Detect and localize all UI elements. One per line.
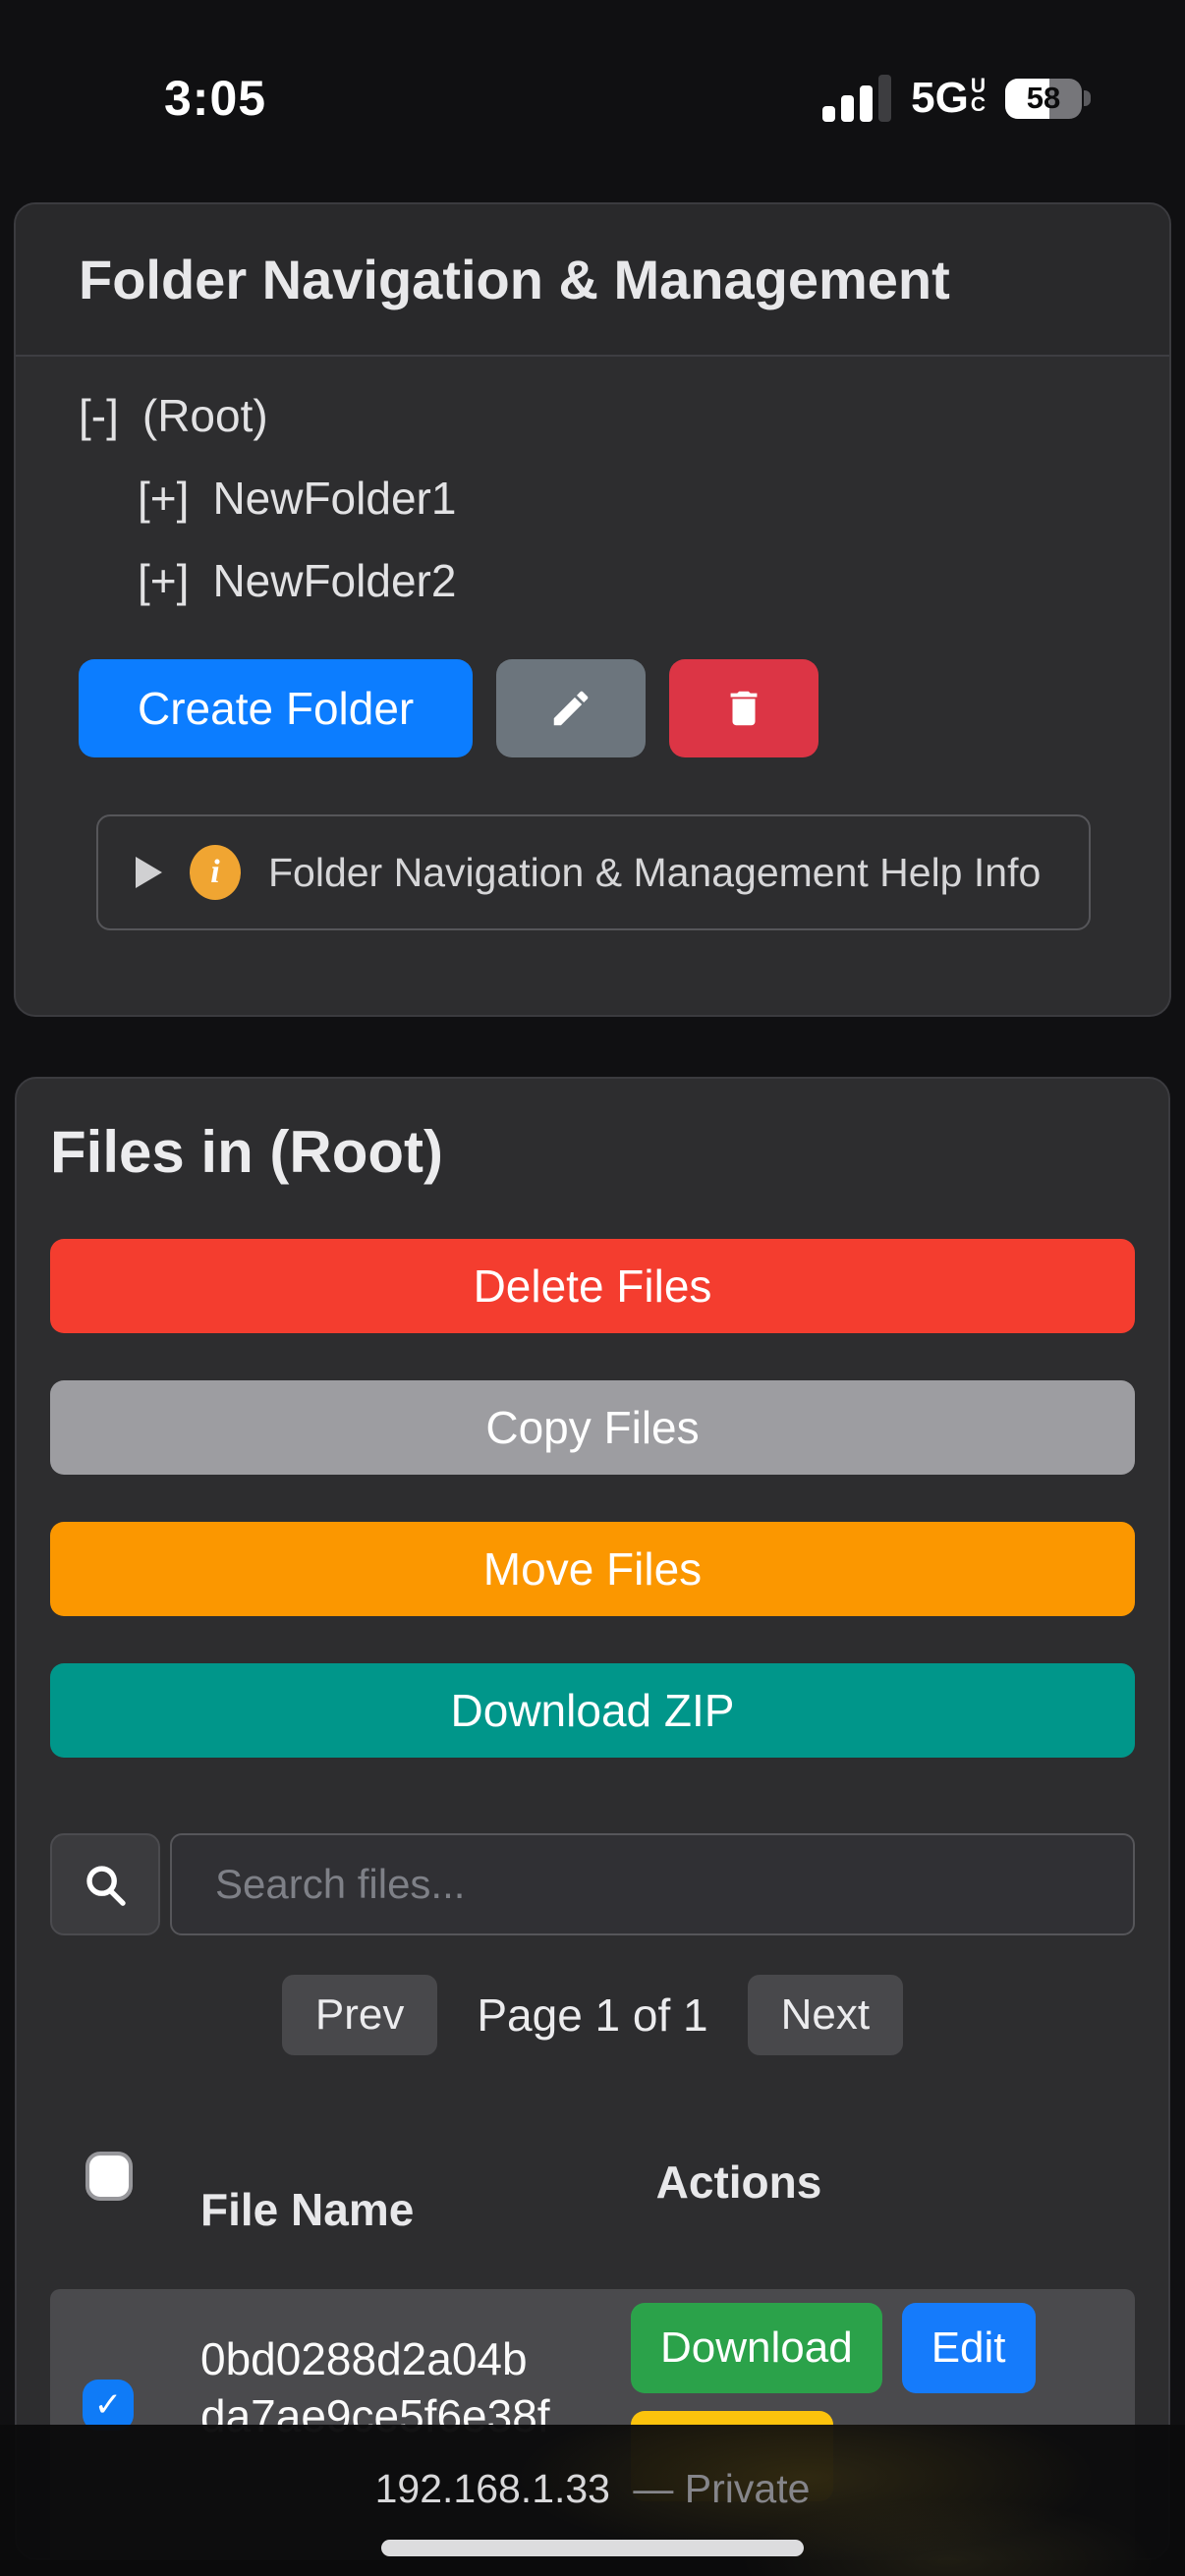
search-button[interactable]	[50, 1833, 160, 1935]
network-type: 5G UC	[911, 74, 986, 123]
help-summary-label: Folder Navigation & Management Help Info	[268, 850, 1041, 896]
help-accordion[interactable]: i Folder Navigation & Management Help In…	[96, 814, 1091, 930]
tree-label[interactable]: NewFolder2	[212, 539, 456, 622]
file-name-header-cell: File Name	[189, 2140, 631, 2262]
download-zip-button[interactable]: Download ZIP	[50, 1663, 1135, 1758]
status-bar: 3:05 5G UC 58	[0, 0, 1185, 167]
copy-files-button[interactable]: Copy Files	[50, 1380, 1135, 1475]
pagination: Prev Page 1 of 1 Next	[50, 1975, 1135, 2055]
create-folder-button[interactable]: Create Folder	[79, 659, 473, 757]
download-file-button[interactable]: Download	[631, 2303, 882, 2393]
url-host: 192.168.1.33	[375, 2466, 610, 2511]
files-card: Files in (Root) Delete Files Copy Files …	[15, 1077, 1170, 2560]
prev-page-button[interactable]: Prev	[282, 1975, 437, 2055]
edit-file-button[interactable]: Edit	[902, 2303, 1036, 2393]
clock: 3:05	[164, 70, 266, 127]
tree-item-newfolder2[interactable]: [+] NewFolder2	[79, 539, 1106, 622]
battery-percent: 58	[1005, 79, 1082, 119]
file-table-header: File Name Actions	[50, 2140, 1135, 2262]
delete-files-button[interactable]: Delete Files	[50, 1239, 1135, 1333]
actions-header-cell: Actions	[631, 2140, 1135, 2262]
cellular-signal-icon	[822, 75, 891, 122]
select-all-cell	[50, 2140, 189, 2262]
pencil-icon	[548, 686, 593, 731]
info-icon: i	[190, 845, 241, 900]
trash-icon	[721, 686, 766, 731]
delete-folder-button[interactable]	[669, 659, 818, 757]
home-indicator[interactable]	[381, 2540, 804, 2556]
tree-label[interactable]: (Root)	[142, 374, 268, 457]
folder-card-title: Folder Navigation & Management	[16, 204, 1169, 357]
tree-toggle-collapse[interactable]: [-]	[79, 374, 119, 457]
network-sub-label: UC	[971, 77, 986, 114]
address-bar[interactable]: 192.168.1.33 — Private	[0, 2425, 1185, 2512]
tree-item-root[interactable]: [-] (Root)	[79, 374, 1106, 457]
private-browsing-label: — Private	[633, 2466, 810, 2511]
row-checkbox-checked[interactable]: ✓	[83, 2380, 134, 2431]
disclosure-triangle-icon	[136, 857, 162, 888]
file-name-text: 0bd0288d2a04b da7ae9ce5f6e38f	[189, 2299, 631, 2444]
folder-actions-row: Create Folder	[79, 659, 1106, 757]
actions-header: Actions	[650, 2156, 827, 2209]
folder-navigation-card: Folder Navigation & Management [-] (Root…	[14, 202, 1171, 1017]
tree-item-newfolder1[interactable]: [+] NewFolder1	[79, 457, 1106, 539]
search-input[interactable]	[170, 1833, 1135, 1935]
next-page-button[interactable]: Next	[748, 1975, 903, 2055]
battery-cap	[1084, 90, 1091, 106]
folder-card-body: [-] (Root) [+] NewFolder1 [+] NewFolder2…	[16, 357, 1169, 1015]
tree-label[interactable]: NewFolder1	[212, 457, 456, 539]
tree-toggle-expand[interactable]: [+]	[138, 539, 189, 622]
status-indicators: 5G UC 58	[822, 74, 1091, 123]
file-name-header: File Name	[200, 2183, 631, 2236]
battery-indicator: 58	[1005, 79, 1091, 119]
select-all-checkbox[interactable]	[85, 2152, 133, 2201]
move-files-button[interactable]: Move Files	[50, 1522, 1135, 1616]
page-indicator: Page 1 of 1	[477, 1988, 707, 2042]
rename-folder-button[interactable]	[496, 659, 646, 757]
files-card-title: Files in (Root)	[50, 1079, 1135, 1186]
search-icon	[79, 1858, 132, 1911]
search-row	[50, 1833, 1135, 1935]
tree-toggle-expand[interactable]: [+]	[138, 457, 189, 539]
battery-icon: 58	[1005, 79, 1082, 119]
network-label: 5G	[911, 74, 969, 123]
browser-bottom-bar: 192.168.1.33 — Private	[0, 2425, 1185, 2576]
